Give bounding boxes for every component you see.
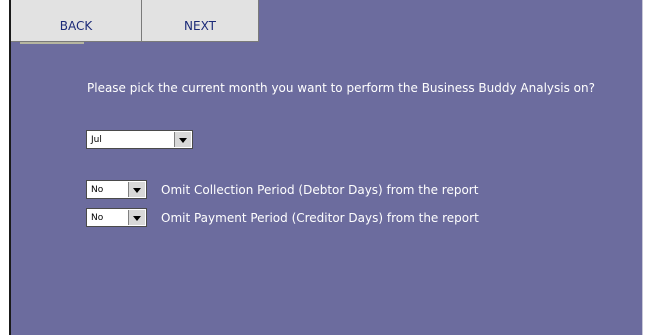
omit-creditor-days-value: No [91, 213, 104, 223]
omit-debtor-days-label: Omit Collection Period (Debtor Days) fro… [161, 183, 479, 197]
month-question: Please pick the current month you want t… [87, 81, 595, 95]
month-dropdown-button[interactable] [174, 132, 191, 147]
omit-debtor-days-dropdown-button[interactable] [128, 182, 145, 197]
omit-debtor-days-select[interactable]: No [86, 180, 147, 199]
omit-debtor-days-value: No [91, 185, 104, 195]
dropdown-arrow-icon [179, 138, 187, 143]
content-panel [11, 0, 642, 335]
omit-creditor-days-select[interactable]: No [86, 208, 147, 227]
app-window: BACK NEXT Please pick the current month … [0, 0, 649, 335]
tab-accent-line [20, 42, 84, 44]
month-select-value: Jul [91, 135, 102, 145]
window-right-border [642, 0, 643, 335]
next-button-label: NEXT [184, 19, 216, 33]
back-button-label: BACK [59, 19, 93, 33]
dropdown-arrow-icon [133, 188, 141, 193]
dropdown-arrow-icon [133, 216, 141, 221]
omit-creditor-days-label: Omit Payment Period (Creditor Days) from… [161, 211, 479, 225]
omit-creditor-days-dropdown-button[interactable] [128, 210, 145, 225]
back-button[interactable]: BACK [11, 0, 142, 42]
month-select[interactable]: Jul [86, 130, 193, 149]
next-button[interactable]: NEXT [142, 0, 259, 42]
